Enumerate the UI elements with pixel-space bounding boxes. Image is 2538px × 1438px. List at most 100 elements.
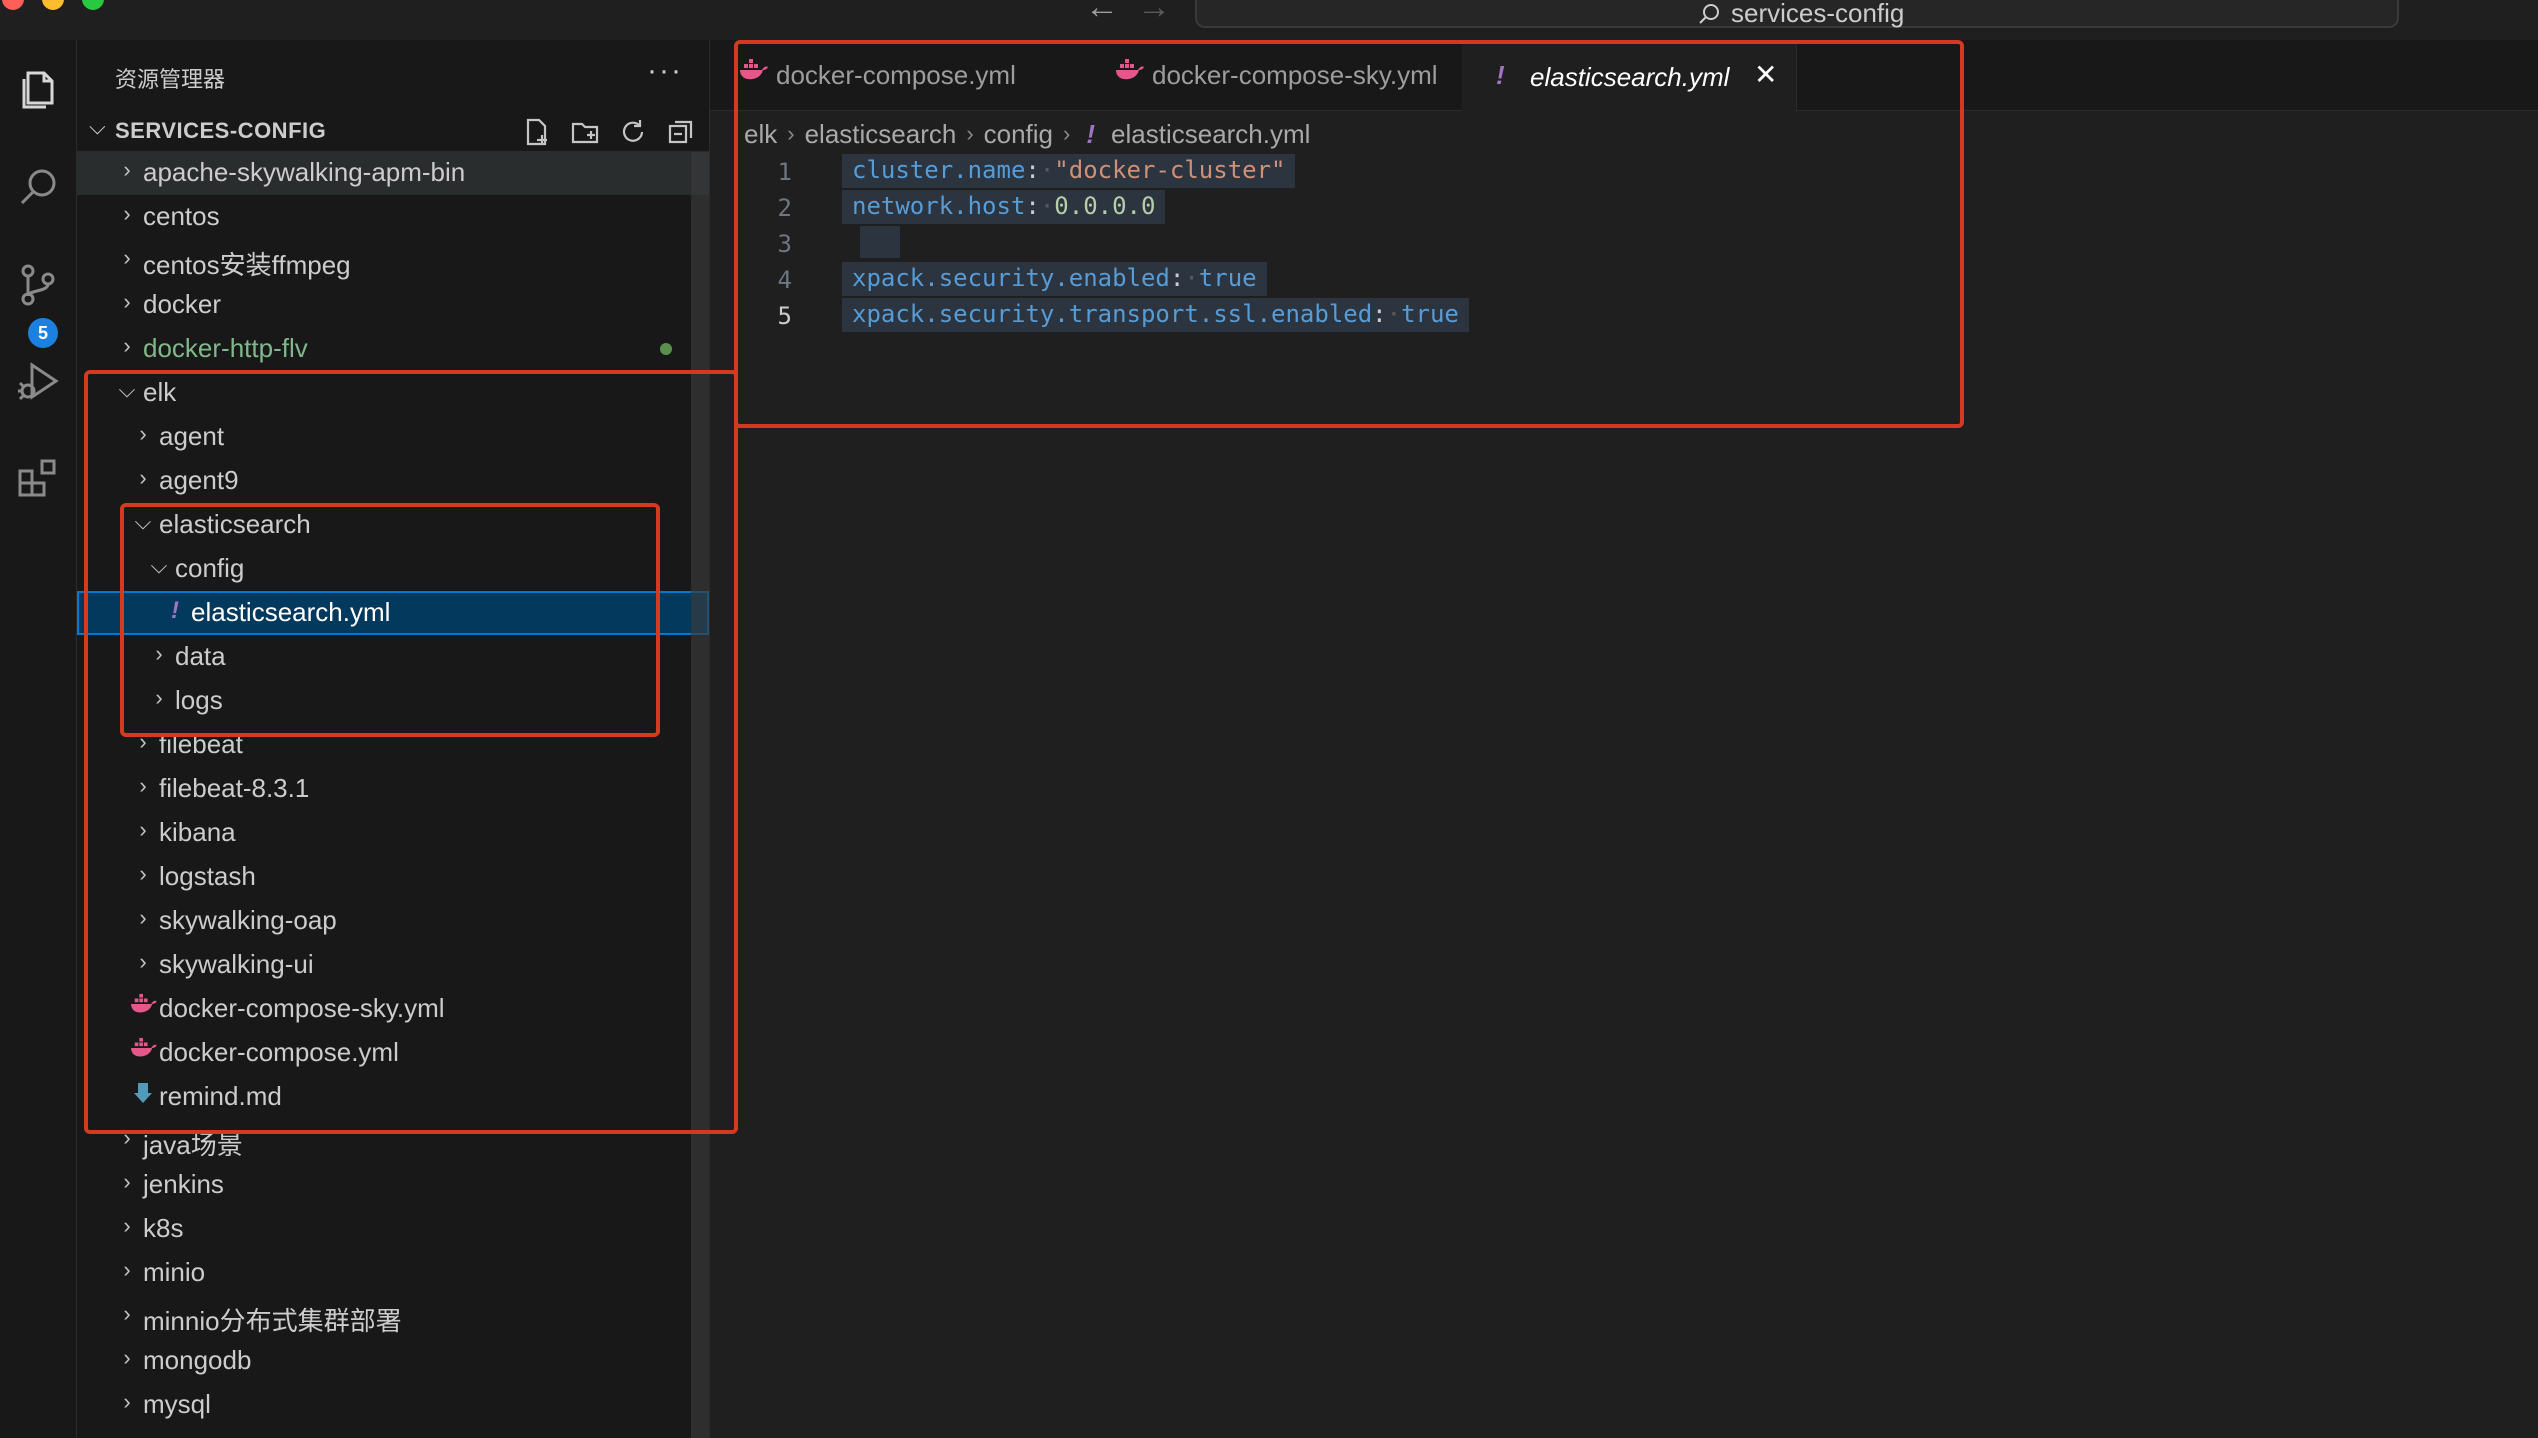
tree-folder[interactable]: › minnio分布式集群部署 <box>77 1295 709 1339</box>
tree-folder[interactable]: ⌵ elk <box>77 371 709 415</box>
tree-folder[interactable]: › java场景 <box>77 1119 709 1163</box>
tree-item-label: remind.md <box>159 1081 282 1111</box>
yaml-icon: ! <box>1086 118 1096 149</box>
chevron-right-icon: › <box>139 949 147 974</box>
tree-file[interactable]: remind.md <box>77 1075 709 1119</box>
chevron-right-icon: › <box>123 1125 131 1150</box>
chevron-down-icon: ⌵ <box>134 509 152 534</box>
breadcrumb-item[interactable]: elk <box>744 119 777 150</box>
tab-label: docker-compose.yml <box>776 60 1016 90</box>
tree-folder[interactable]: › data <box>77 635 709 679</box>
chevron-right-icon: › <box>139 421 147 446</box>
code-text: cluster.name:·"docker-cluster" <box>842 154 1296 188</box>
refresh-icon[interactable] <box>615 114 651 150</box>
search-icon[interactable] <box>0 152 76 222</box>
tree-folder[interactable]: › skywalking-ui <box>77 943 709 987</box>
title-bar: ← → services-config <box>0 0 2538 41</box>
tree-folder[interactable]: › jenkins <box>77 1163 709 1207</box>
tree-folder[interactable]: › apache-skywalking-apm-bin <box>77 151 709 195</box>
tab-elasticsearch-yml[interactable]: ! elasticsearch.yml ✕ <box>1462 40 1797 112</box>
tree-item-label: agent9 <box>159 465 239 495</box>
tree-item-label: docker-http-flv <box>143 333 308 363</box>
tree-folder[interactable]: › filebeat-8.3.1 <box>77 767 709 811</box>
line-number: 4 <box>777 266 792 294</box>
chevron-right-icon: › <box>139 905 147 930</box>
chevron-right-icon: › <box>139 861 147 886</box>
code-line[interactable]: 3 <box>710 224 2538 260</box>
tree-item-label: elasticsearch <box>159 509 311 539</box>
command-center-search[interactable]: services-config <box>1195 0 2399 28</box>
workspace-title: SERVICES-CONFIG <box>115 118 327 143</box>
more-actions-icon[interactable]: ··· <box>647 54 683 88</box>
chevron-right-icon: › <box>966 121 974 146</box>
tree-item-label: k8s <box>143 1213 184 1243</box>
minimize-window-button[interactable] <box>42 0 64 10</box>
tree-item-label: logstash <box>159 861 256 891</box>
close-window-button[interactable] <box>2 0 24 10</box>
tree-folder[interactable]: › logs <box>77 679 709 723</box>
tree-item-label: jenkins <box>143 1169 224 1199</box>
nav-forward-icon[interactable]: → <box>1137 0 1171 24</box>
tree-folder[interactable]: ⌵ elasticsearch <box>77 503 709 547</box>
chevron-right-icon: › <box>139 729 147 754</box>
tree-file[interactable]: docker-compose.yml <box>77 1031 709 1075</box>
source-control-icon[interactable] <box>0 250 76 320</box>
explorer-icon[interactable] <box>0 54 76 124</box>
tree-file[interactable]: ! elasticsearch.yml <box>77 591 709 635</box>
tree-item-label: docker-compose.yml <box>159 1037 399 1067</box>
markdown-icon <box>129 1081 157 1112</box>
close-tab-icon[interactable]: ✕ <box>1754 58 1777 91</box>
code-line[interactable]: 2 network.host:·0.0.0.0 <box>710 188 2538 224</box>
code-line[interactable]: 5 xpack.security.transport.ssl.enabled:·t… <box>710 296 2538 332</box>
zoom-window-button[interactable] <box>82 0 104 10</box>
tree-item-label: skywalking-oap <box>159 905 337 935</box>
tree-folder[interactable]: ⌵ config <box>77 547 709 591</box>
new-file-icon[interactable] <box>519 114 555 150</box>
chevron-down-icon: ⌵ <box>89 114 106 139</box>
new-folder-icon[interactable] <box>567 114 603 150</box>
chevron-right-icon: › <box>123 1345 131 1370</box>
nav-back-icon[interactable]: ← <box>1085 0 1119 24</box>
code-text: xpack.security.enabled:·true <box>842 262 1267 296</box>
tree-folder[interactable]: › centos <box>77 195 709 239</box>
tree-folder[interactable]: › filebeat <box>77 723 709 767</box>
tree-item-label: elasticsearch.yml <box>191 597 391 627</box>
line-number: 2 <box>777 194 792 222</box>
line-number: 3 <box>777 230 792 258</box>
breadcrumb-item[interactable]: elasticsearch <box>805 119 957 150</box>
chevron-right-icon: › <box>123 157 131 182</box>
code-line[interactable]: 4 xpack.security.enabled:·true <box>710 260 2538 296</box>
tree-folder[interactable]: › mysql <box>77 1383 709 1427</box>
sidebar-scrollbar[interactable] <box>691 152 709 1438</box>
extensions-icon[interactable] <box>0 442 76 512</box>
tree-folder[interactable]: › minio <box>77 1251 709 1295</box>
run-debug-icon[interactable] <box>0 346 76 416</box>
collapse-all-icon[interactable] <box>663 114 699 150</box>
code-line[interactable]: 1 cluster.name:·"docker-cluster" <box>710 152 2538 188</box>
tree-folder[interactable]: › docker <box>77 283 709 327</box>
explorer-title: 资源管理器 <box>115 67 226 92</box>
yaml-icon: ! <box>1496 60 1505 90</box>
code-text: network.host:·0.0.0.0 <box>842 190 1166 224</box>
tree-folder[interactable]: › docker-http-flv <box>77 327 709 371</box>
tab-docker-compose[interactable]: docker-compose.yml <box>710 40 1087 110</box>
tree-folder[interactable]: › agent9 <box>77 459 709 503</box>
tree-folder[interactable]: › mongodb <box>77 1339 709 1383</box>
source-control-badge: 5 <box>28 318 58 348</box>
tree-folder[interactable]: › logstash <box>77 855 709 899</box>
tab-docker-compose-sky[interactable]: docker-compose-sky.yml <box>1086 40 1463 110</box>
tree-folder[interactable]: › kibana <box>77 811 709 855</box>
tree-item-label: docker <box>143 289 222 319</box>
tree-file[interactable]: docker-compose-sky.yml <box>77 987 709 1031</box>
tree-item-label: minnio分布式集群部署 <box>143 1306 402 1336</box>
breadcrumb-item[interactable]: elasticsearch.yml <box>1111 119 1310 150</box>
breadcrumb-item[interactable]: config <box>984 119 1053 150</box>
tree-folder[interactable]: › skywalking-oap <box>77 899 709 943</box>
tree-folder[interactable]: › k8s <box>77 1207 709 1251</box>
workspace-section-header[interactable]: ⌵ SERVICES-CONFIG <box>77 110 709 150</box>
chevron-right-icon: › <box>1063 121 1071 146</box>
tree-folder[interactable]: › centos安装ffmpeg <box>77 239 709 283</box>
chevron-right-icon: › <box>787 121 795 146</box>
tree-folder[interactable]: › agent <box>77 415 709 459</box>
git-status-dot <box>660 343 672 355</box>
